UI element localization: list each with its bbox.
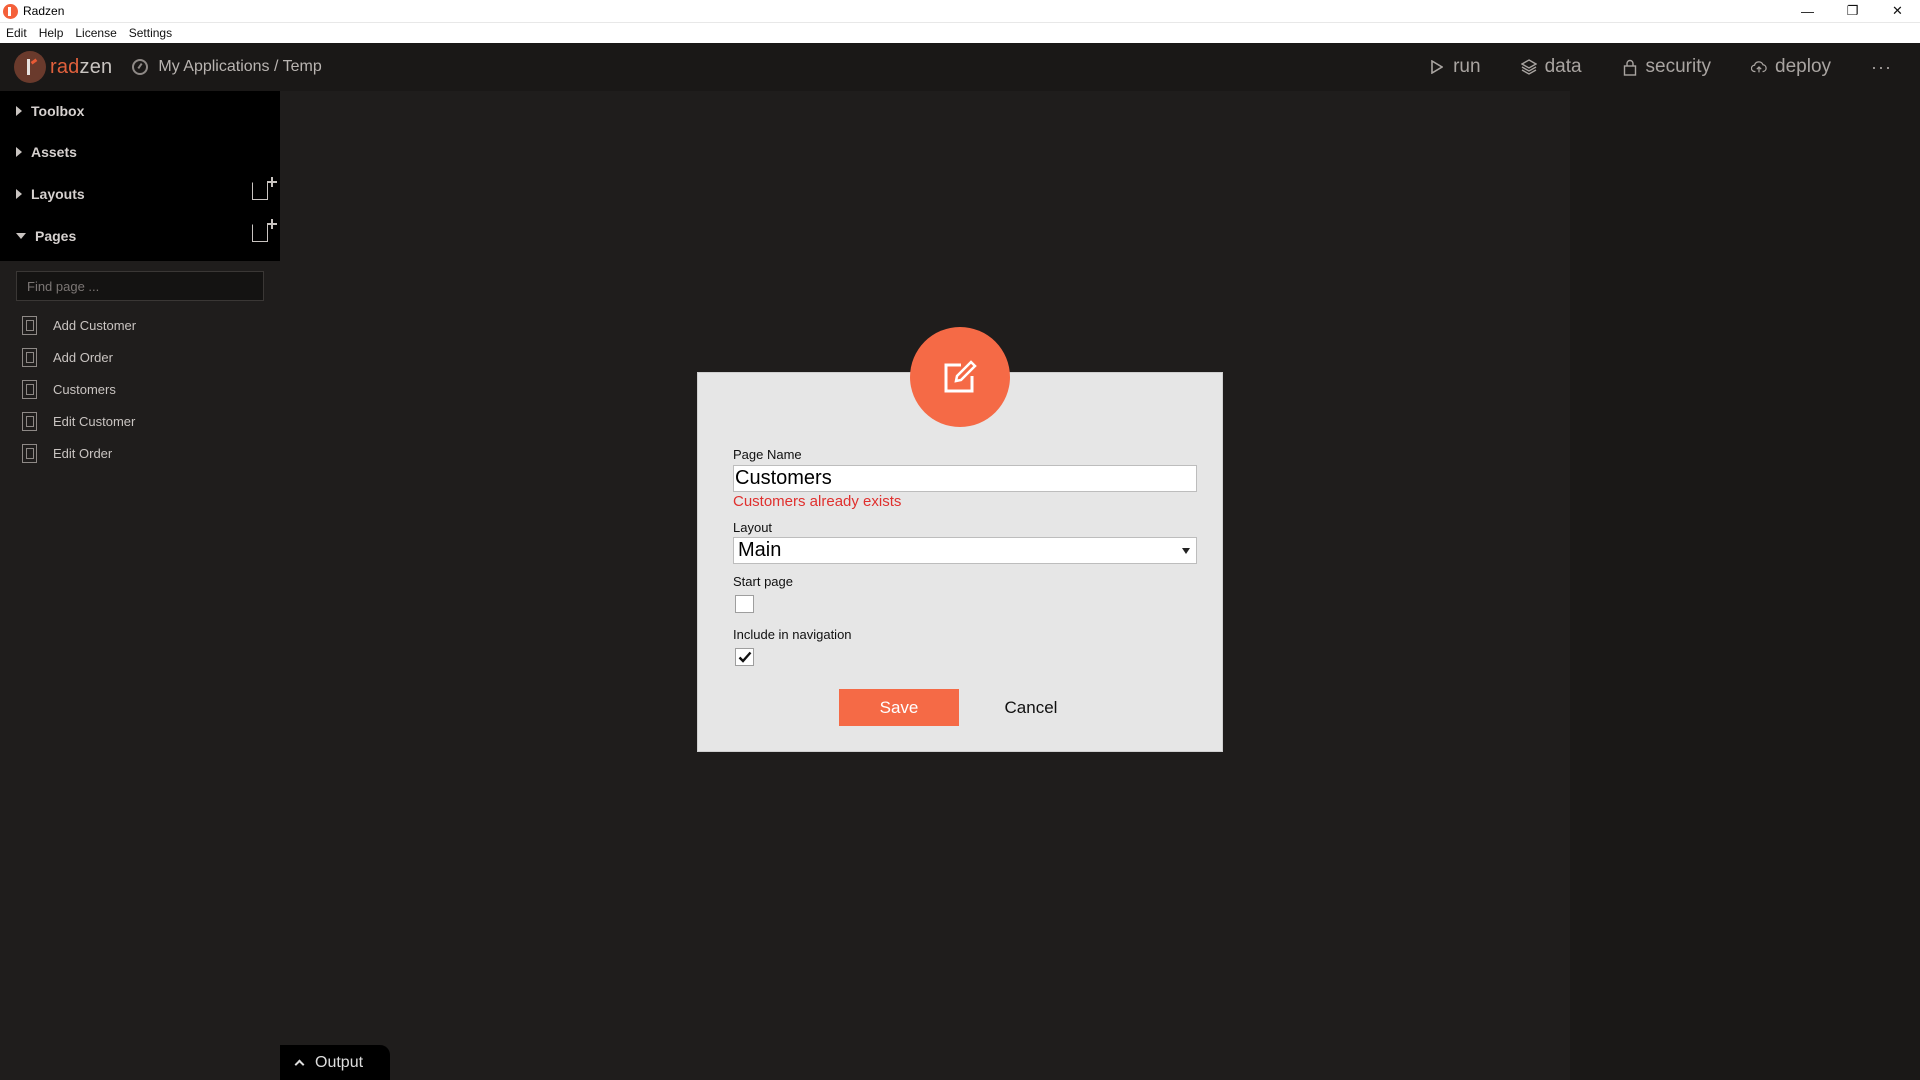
lock-icon: [1622, 59, 1638, 76]
output-tab[interactable]: Output: [280, 1045, 390, 1080]
close-button[interactable]: ✕: [1875, 0, 1920, 22]
window-title: Radzen: [23, 4, 65, 18]
dashboard-icon: [132, 59, 149, 75]
more-options-button[interactable]: ···: [1871, 57, 1892, 78]
breadcrumb-text: My Applications / Temp: [158, 58, 322, 75]
page-document-icon: [22, 379, 37, 399]
new-page-dialog: Page Name Customers Customers already ex…: [697, 372, 1223, 752]
start-page-label: Start page: [733, 574, 793, 589]
expand-arrow-icon: [16, 106, 22, 116]
nav-data-label: data: [1544, 56, 1582, 77]
nav-security[interactable]: security: [1622, 56, 1711, 78]
save-button[interactable]: Save: [839, 689, 959, 726]
top-navigation: run data security deploy ···: [1429, 43, 1920, 91]
chevron-up-icon: [294, 1059, 305, 1070]
page-item-edit-order[interactable]: Edit Order: [0, 437, 280, 469]
page-item-label: Add Customer: [53, 317, 137, 333]
page-item-edit-customer[interactable]: Edit Customer: [0, 405, 280, 437]
page-document-icon: [22, 347, 37, 367]
expand-arrow-icon: [16, 147, 22, 157]
play-icon: [1429, 59, 1445, 75]
edit-page-badge: [910, 327, 1010, 427]
logo-text-rad: rad: [50, 55, 80, 78]
sidebar-section-assets[interactable]: Assets: [0, 131, 280, 173]
start-page-checkbox[interactable]: [735, 595, 754, 613]
page-item-customers[interactable]: Customers: [0, 373, 280, 405]
page-name-label: Page Name: [733, 447, 802, 462]
menu-help[interactable]: Help: [39, 26, 64, 40]
output-tab-label: Output: [315, 1053, 364, 1071]
nav-run-label: run: [1453, 56, 1481, 77]
section-label: Assets: [31, 144, 77, 160]
edit-icon: [944, 360, 977, 393]
logo-text: radzen: [50, 56, 112, 79]
page-list: Add Customer Add Order Customers Edit Cu…: [0, 309, 280, 469]
logo-icon: [14, 51, 46, 83]
radzen-logo[interactable]: radzen: [14, 51, 112, 83]
page-item-add-order[interactable]: Add Order: [0, 341, 280, 373]
nav-deploy[interactable]: deploy: [1751, 56, 1831, 78]
app-header: radzen My Applications / Temp run data s…: [0, 43, 1920, 91]
restore-button[interactable]: ❐: [1830, 0, 1875, 22]
window-titlebar: Radzen — ❐ ✕: [0, 0, 1920, 22]
layout-label: Layout: [733, 520, 773, 535]
sidebar-section-toolbox[interactable]: Toolbox: [0, 91, 280, 131]
menu-edit[interactable]: Edit: [6, 26, 27, 40]
sidebar-section-layouts[interactable]: Layouts: [0, 173, 280, 215]
page-item-label: Add Order: [53, 349, 113, 365]
layout-dropdown[interactable]: Main: [733, 537, 1197, 564]
add-layout-icon[interactable]: [252, 177, 277, 200]
nav-data[interactable]: data: [1520, 56, 1582, 78]
nav-run[interactable]: run: [1429, 56, 1481, 78]
nav-deploy-label: deploy: [1775, 56, 1832, 77]
page-item-add-customer[interactable]: Add Customer: [0, 309, 280, 341]
radzen-app-icon: [3, 3, 18, 19]
include-navigation-checkbox[interactable]: [735, 648, 754, 666]
section-label: Pages: [35, 228, 77, 244]
section-label: Layouts: [31, 186, 85, 202]
layers-icon: [1520, 59, 1537, 75]
page-item-label: Edit Customer: [53, 413, 136, 429]
section-label: Toolbox: [31, 103, 85, 119]
checkmark-icon: [738, 651, 751, 663]
menu-settings[interactable]: Settings: [129, 26, 172, 40]
cancel-button[interactable]: Cancel: [986, 689, 1076, 726]
breadcrumb[interactable]: My Applications / Temp: [132, 58, 322, 76]
logo-text-zen: zen: [79, 55, 113, 78]
properties-panel: [1570, 91, 1920, 1080]
dropdown-arrow-icon: [1182, 548, 1190, 554]
cloud-upload-icon: [1751, 59, 1767, 75]
find-page-input[interactable]: [16, 271, 264, 301]
expand-arrow-icon: [16, 189, 22, 199]
validation-error: Customers already exists: [733, 493, 902, 510]
minimize-button[interactable]: —: [1785, 0, 1830, 22]
add-page-icon[interactable]: [252, 219, 277, 242]
page-document-icon: [22, 411, 37, 431]
menu-bar: Edit Help License Settings: [0, 22, 1920, 43]
page-item-label: Edit Order: [53, 445, 113, 461]
nav-security-label: security: [1645, 56, 1712, 77]
page-name-input[interactable]: Customers: [733, 465, 1197, 492]
layout-selected-value: Main: [738, 539, 782, 561]
page-document-icon: [22, 443, 37, 463]
collapse-arrow-icon: [16, 233, 26, 239]
page-document-icon: [22, 315, 37, 335]
page-item-label: Customers: [53, 381, 116, 397]
menu-license[interactable]: License: [75, 26, 116, 40]
include-navigation-label: Include in navigation: [733, 627, 852, 642]
window-controls: — ❐ ✕: [1785, 0, 1920, 22]
sidebar: Toolbox Assets Layouts Pages Add Custome…: [0, 91, 280, 1080]
sidebar-sections: Toolbox Assets Layouts Pages: [0, 91, 280, 261]
sidebar-section-pages[interactable]: Pages: [0, 215, 280, 257]
